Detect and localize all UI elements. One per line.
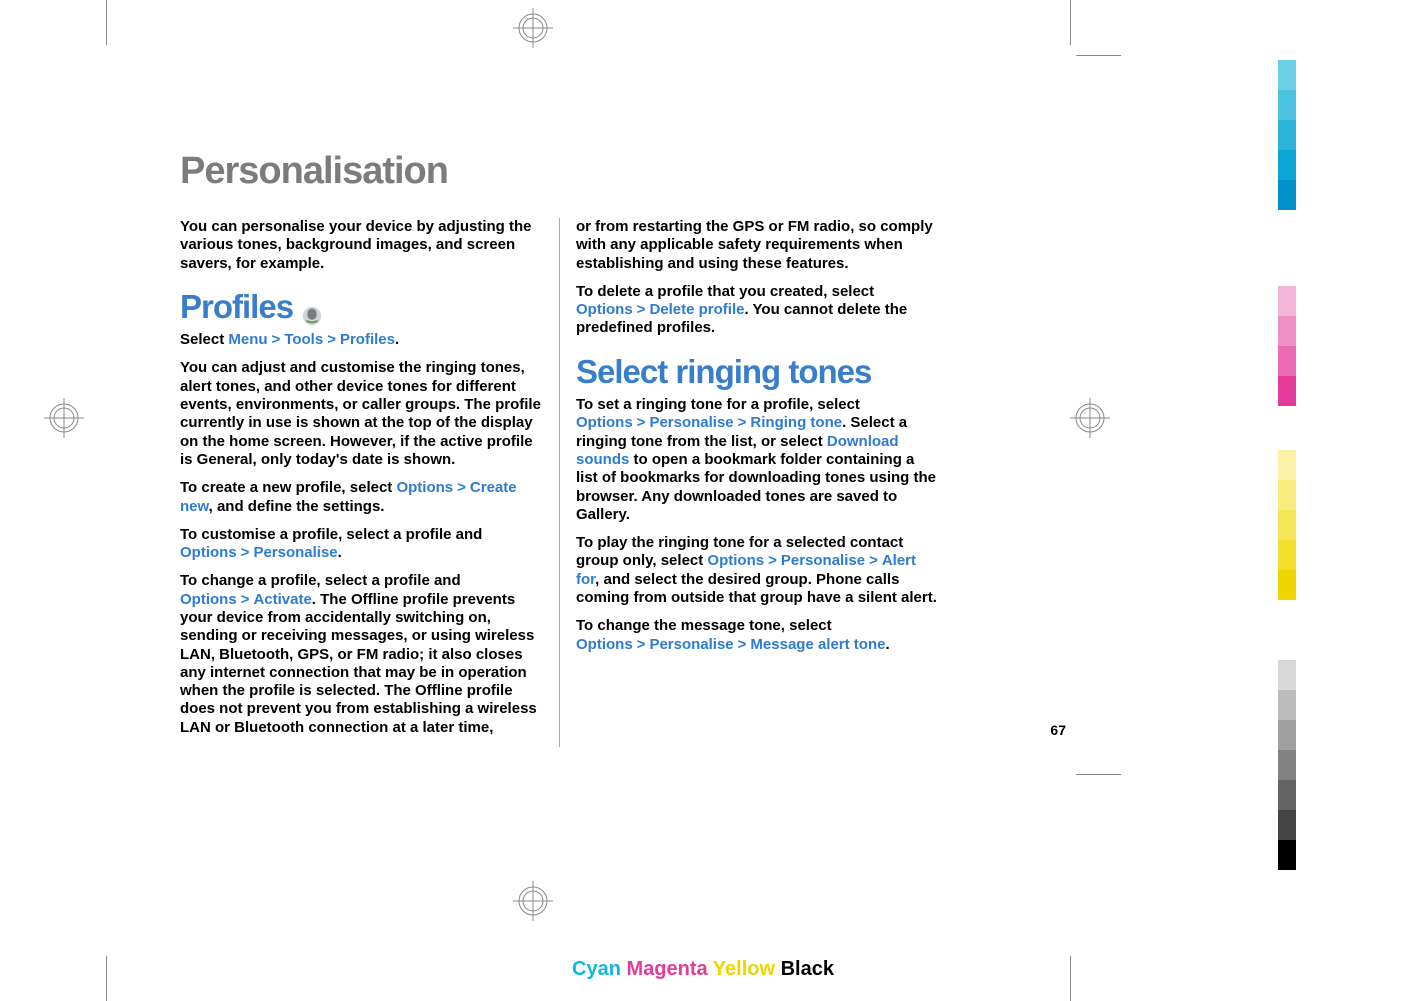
options-link: Options	[576, 301, 633, 318]
create-profile: To create a new profile, select Options>…	[180, 479, 549, 516]
text: To change the message tone, select	[576, 617, 832, 634]
separator: >	[637, 636, 646, 653]
column-right: or from restarting the GPS or FM radio, …	[560, 218, 940, 747]
ringing-heading: Select ringing tones	[576, 352, 940, 392]
separator: >	[637, 414, 646, 431]
separator: >	[241, 544, 250, 561]
crop-mark	[1076, 774, 1121, 775]
personalise-link: Personalise	[649, 636, 733, 653]
text: To change a profile, select a profile an…	[180, 572, 461, 589]
play-ringing: To play the ringing tone for a selected …	[576, 534, 940, 607]
registration-mark-icon	[513, 881, 553, 921]
separator: >	[327, 331, 336, 348]
crop-mark	[1070, 956, 1071, 1001]
change-profile: To change a profile, select a profile an…	[180, 572, 549, 737]
customise-profile: To customise a profile, select a profile…	[180, 526, 549, 563]
separator: >	[738, 414, 747, 431]
customise-desc: You can adjust and customise the ringing…	[180, 359, 549, 469]
page-number: 67	[1050, 722, 1066, 738]
text: .	[885, 636, 889, 653]
crop-mark	[1070, 0, 1071, 45]
text: , and select the desired group. Phone ca…	[576, 571, 937, 606]
message-alert-tone-link: Message alert tone	[750, 636, 885, 653]
column-left: You can personalise your device by adjus…	[180, 218, 560, 747]
text: To create a new profile, select	[180, 479, 396, 496]
crop-mark	[106, 956, 107, 1001]
text: .	[395, 331, 399, 348]
registration-mark-icon	[513, 8, 553, 48]
text: to open a bookmark folder containing a l…	[576, 451, 936, 523]
personalise-link: Personalise	[253, 544, 337, 561]
color-bar	[1278, 660, 1296, 870]
ringing-heading-label: Select ringing tones	[576, 352, 871, 392]
tools-link: Tools	[284, 331, 323, 348]
profiles-link: Profiles	[340, 331, 395, 348]
change-message-tone: To change the message tone, select Optio…	[576, 617, 940, 654]
personalise-link: Personalise	[781, 552, 865, 569]
ringing-tone-link: Ringing tone	[750, 414, 842, 431]
text: Select	[180, 331, 228, 348]
separator: >	[869, 552, 878, 569]
menu-link: Menu	[228, 331, 267, 348]
crop-mark	[106, 0, 107, 45]
yellow-label: Yellow	[713, 958, 775, 980]
text: . The Offline profile prevents your devi…	[180, 591, 537, 736]
intro-text: You can personalise your device by adjus…	[180, 218, 549, 273]
registration-mark-icon	[1070, 398, 1110, 438]
magenta-label: Magenta	[626, 958, 707, 980]
columns: You can personalise your device by adjus…	[180, 218, 970, 747]
page-content: Personalisation You can personalise your…	[180, 150, 970, 747]
separator: >	[272, 331, 281, 348]
text: .	[338, 544, 342, 561]
select-path: Select Menu>Tools>Profiles.	[180, 331, 549, 349]
delete-profile: To delete a profile that you created, se…	[576, 283, 940, 338]
cmyk-footer: Cyan Magenta Yellow Black	[572, 958, 834, 981]
registration-mark-icon	[44, 398, 84, 438]
personalise-link: Personalise	[649, 414, 733, 431]
options-link: Options	[576, 414, 633, 431]
crop-mark	[1076, 55, 1121, 56]
profiles-icon	[301, 296, 323, 318]
separator: >	[241, 591, 250, 608]
separator: >	[738, 636, 747, 653]
page-root: Personalisation You can personalise your…	[0, 0, 1406, 1001]
text: To customise a profile, select a profile…	[180, 526, 482, 543]
options-link: Options	[707, 552, 764, 569]
text: To set a ringing tone for a profile, sel…	[576, 396, 860, 413]
text: , and define the settings.	[209, 498, 385, 515]
black-label: Black	[781, 958, 834, 980]
profiles-heading-label: Profiles	[180, 287, 293, 327]
color-bar	[1278, 450, 1296, 600]
continuation-text: or from restarting the GPS or FM radio, …	[576, 218, 940, 273]
cyan-label: Cyan	[572, 958, 621, 980]
color-bar	[1278, 286, 1296, 406]
options-link: Options	[396, 479, 453, 496]
color-bar	[1278, 60, 1296, 210]
separator: >	[637, 301, 646, 318]
page-title: Personalisation	[180, 150, 970, 193]
activate-link: Activate	[253, 591, 311, 608]
profiles-heading: Profiles	[180, 287, 549, 327]
options-link: Options	[576, 636, 633, 653]
delete-profile-link: Delete profile	[649, 301, 744, 318]
options-link: Options	[180, 591, 237, 608]
options-link: Options	[180, 544, 237, 561]
set-ringing: To set a ringing tone for a profile, sel…	[576, 396, 940, 524]
separator: >	[768, 552, 777, 569]
separator: >	[457, 479, 466, 496]
text: To delete a profile that you created, se…	[576, 283, 874, 300]
